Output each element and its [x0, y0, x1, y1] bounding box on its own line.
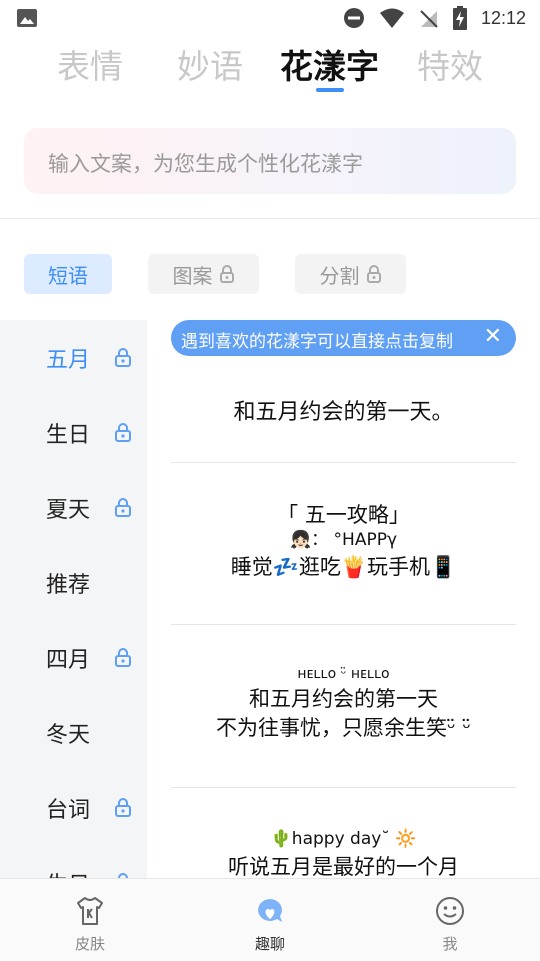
- sidebar-item-label: 冬天: [46, 723, 91, 748]
- nav-skin[interactable]: 皮肤: [30, 879, 150, 961]
- tab-quotes[interactable]: 妙语: [177, 40, 243, 88]
- lock-icon: [115, 498, 131, 517]
- status-bar: 12:12: [0, 0, 540, 36]
- lock-icon: [115, 348, 131, 367]
- divider: [171, 462, 516, 463]
- lock-icon: [115, 423, 131, 442]
- sidebar-item-label: 推荐: [46, 573, 91, 598]
- do-not-disturb-icon: [343, 8, 364, 28]
- chat-heart-icon: [258, 899, 282, 922]
- content-list: 遇到喜欢的花漾字可以直接点击复制 ✕ 和五月约会的第一天。 「 五一攻略」 👧🏻…: [147, 320, 540, 880]
- sidebar-item-summer[interactable]: 夏天: [0, 470, 147, 545]
- category-patterns[interactable]: 图案: [148, 254, 259, 294]
- nav-label: 趣聊: [254, 935, 285, 953]
- divider: [0, 218, 540, 219]
- fancy-text-card[interactable]: 🌵happy day˘ 🔆 听说五月是最好的一个月: [171, 826, 516, 880]
- lock-icon: [115, 648, 131, 667]
- nav-me[interactable]: 我: [390, 879, 510, 961]
- sidebar-item-birthday-2[interactable]: 生日: [0, 845, 147, 880]
- nav-chat[interactable]: 趣聊: [210, 879, 330, 961]
- category-label: 分割: [319, 263, 360, 288]
- fancy-text-card[interactable]: 和五月约会的第一天。: [171, 394, 516, 426]
- status-right: 12:12: [343, 0, 526, 36]
- search-placeholder: 输入文案，为您生成个性化花漾字: [48, 152, 363, 176]
- sidebar-item-label: 台词: [46, 798, 91, 823]
- sidebar-item-recommended[interactable]: 推荐: [0, 545, 147, 620]
- sidebar-item-april[interactable]: 四月: [0, 620, 147, 695]
- tip-text: 遇到喜欢的花漾字可以直接点击复制: [181, 332, 453, 352]
- bottom-nav: 皮肤 趣聊 我: [0, 878, 540, 961]
- sidebar-item-label: 生日: [46, 423, 91, 448]
- card-line: 睡觉💤逛吃🍟玩手机📱: [230, 555, 457, 579]
- tab-emoji[interactable]: 表情: [57, 40, 123, 88]
- sidebar-item-winter[interactable]: 冬天: [0, 695, 147, 770]
- tab-fancy-text[interactable]: 花漾字: [280, 40, 379, 88]
- category-dividers[interactable]: 分割: [295, 254, 406, 294]
- card-line: 和五月约会的第一天: [249, 687, 438, 711]
- sidebar-item-lines[interactable]: 台词: [0, 770, 147, 845]
- nav-label: 我: [442, 935, 458, 953]
- lock-icon: [219, 265, 234, 283]
- fancy-text-card[interactable]: ʜᴇʟʟᴏ ᵕ̈ ʜᴇʟʟᴏ 和五月约会的第一天 不为往事忧，只愿余生笑ᵕ̈ ᵕ…: [171, 664, 516, 742]
- text-input-box[interactable]: 输入文案，为您生成个性化花漾字: [24, 128, 516, 194]
- sidebar-item-label: 五月: [46, 348, 91, 373]
- card-line: 和五月约会的第一天。: [233, 400, 454, 425]
- active-tab-indicator: [316, 88, 344, 92]
- card-line: 不为往事忧，只愿余生笑ᵕ̈ ᵕ̈: [215, 716, 472, 740]
- fancy-text-card[interactable]: 「 五一攻略」 👧🏻： °HAPPγ 睡觉💤逛吃🍟玩手机📱: [171, 502, 516, 582]
- battery-charging-icon: [452, 6, 467, 30]
- category-label: 短语: [48, 263, 88, 288]
- lock-icon: [366, 265, 381, 283]
- nav-label: 皮肤: [74, 935, 105, 953]
- card-line: 听说五月是最好的一个月: [228, 855, 459, 879]
- sidebar-item-birthday[interactable]: 生日: [0, 395, 147, 470]
- card-line: 「 五一攻略」: [277, 503, 410, 527]
- sidebar: 五月 生日 夏天 推荐 四月 冬天 台词 生日: [0, 320, 147, 880]
- tab-effects[interactable]: 特效: [417, 40, 483, 88]
- lock-icon: [115, 798, 131, 817]
- card-line: 🌵happy day˘ 🔆: [270, 829, 417, 849]
- top-tabs: 表情 妙语 花漾字 特效: [0, 40, 540, 96]
- sidebar-item-label: 夏天: [46, 498, 91, 523]
- shirt-icon: [77, 897, 103, 925]
- tip-banner: 遇到喜欢的花漾字可以直接点击复制 ✕: [171, 320, 516, 356]
- sidebar-item-label: 四月: [46, 648, 91, 673]
- category-phrases[interactable]: 短语: [24, 254, 112, 294]
- card-line: ʜᴇʟʟᴏ ᵕ̈ ʜᴇʟʟᴏ: [297, 666, 390, 682]
- category-label: 图案: [172, 263, 213, 288]
- no-signal-icon: [420, 10, 438, 28]
- clock: 12:12: [480, 7, 526, 28]
- card-line: 👧🏻： °HAPPγ: [289, 530, 398, 550]
- smiley-face-icon: [436, 897, 464, 925]
- divider: [171, 787, 516, 788]
- image-notification-icon: [17, 9, 37, 27]
- sidebar-item-may[interactable]: 五月: [0, 320, 147, 395]
- divider: [171, 624, 516, 625]
- close-icon[interactable]: ✕: [484, 324, 502, 349]
- wifi-icon: [379, 8, 404, 28]
